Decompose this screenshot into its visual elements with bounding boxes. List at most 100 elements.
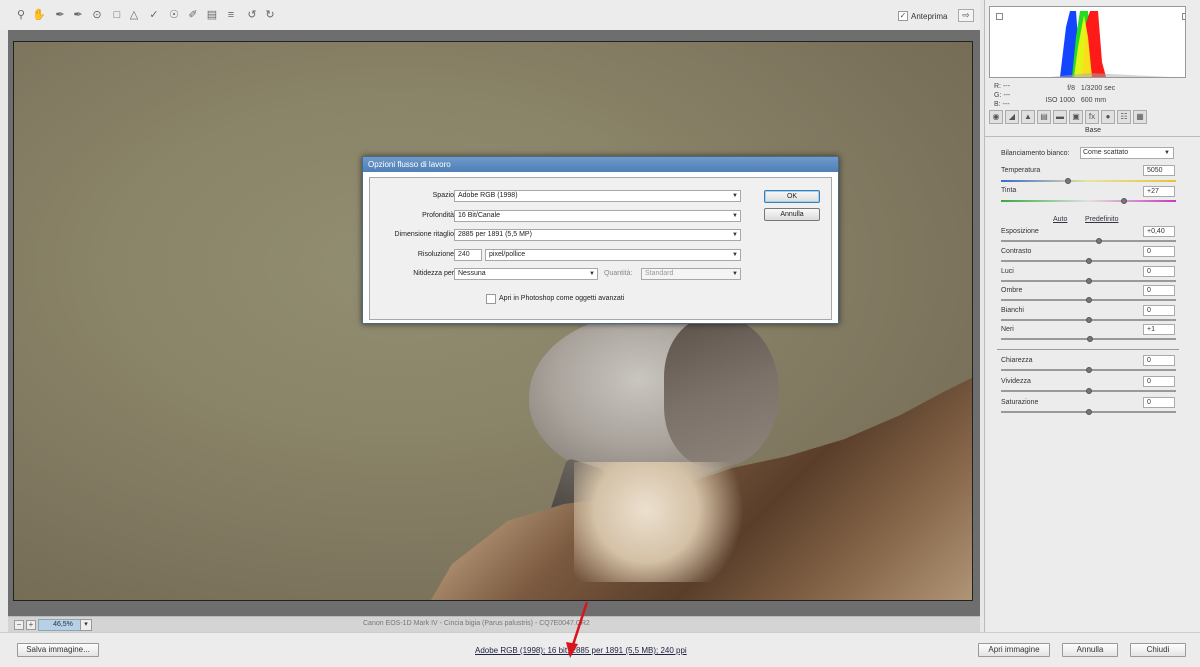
crop-size-select[interactable]: 2885 per 1891 (5,5 MP) ▼ — [454, 229, 741, 241]
clarity-field[interactable]: 0 — [1143, 355, 1175, 366]
sharpen-label: Nitidezza per: — [413, 270, 456, 277]
amount-select-value: Standard — [645, 270, 674, 277]
smart-objects-checkbox[interactable] — [486, 294, 496, 304]
chevron-down-icon: ▼ — [589, 271, 595, 277]
sharpen-select[interactable]: Nessuna ▼ — [454, 268, 598, 280]
histogram — [989, 6, 1186, 78]
crop-size-label: Dimensione ritaglio: — [394, 231, 456, 238]
lens-tab-icon[interactable]: ▣ — [1069, 110, 1083, 124]
blacks-field[interactable]: +1 — [1143, 324, 1175, 335]
whites-slider[interactable] — [1001, 317, 1176, 323]
zoom-in-button[interactable]: + — [26, 620, 36, 630]
temperature-field[interactable]: 5050 — [1143, 165, 1175, 176]
temperature-thumb[interactable] — [1065, 178, 1071, 184]
chevron-down-icon: ▼ — [732, 232, 738, 238]
vibrance-thumb[interactable] — [1086, 388, 1092, 394]
blacks-slider[interactable] — [1001, 336, 1176, 342]
white-balance-icon[interactable]: ✒ — [53, 8, 67, 22]
highlights-thumb[interactable] — [1086, 278, 1092, 284]
tint-thumb[interactable] — [1121, 198, 1127, 204]
bark-highlight-shape — [574, 462, 754, 582]
zoom-dropdown-icon[interactable]: ▾ — [80, 619, 92, 631]
adjustment-brush-icon[interactable]: ✐ — [186, 8, 200, 22]
shadow-clipping-toggle[interactable] — [996, 13, 1003, 20]
shadows-slider[interactable] — [1001, 297, 1176, 303]
exposure-thumb[interactable] — [1096, 238, 1102, 244]
detail-tab-icon[interactable]: ▲ — [1021, 110, 1035, 124]
default-link[interactable]: Predefinito — [1085, 216, 1118, 223]
resolution-unit-select[interactable]: pixel/pollice ▼ — [485, 249, 741, 261]
whites-field[interactable]: 0 — [1143, 305, 1175, 316]
tint-slider[interactable] — [1001, 198, 1176, 204]
contrast-slider[interactable] — [1001, 258, 1176, 264]
list-icon[interactable]: ≡ — [224, 8, 238, 22]
clarity-thumb[interactable] — [1086, 367, 1092, 373]
hand-icon[interactable]: ✋ — [32, 8, 46, 22]
saturation-thumb[interactable] — [1086, 409, 1092, 415]
presets-tab-icon[interactable]: ☷ — [1117, 110, 1131, 124]
cancel-button[interactable]: Annulla — [1062, 643, 1118, 657]
red-eye-icon[interactable]: ☉ — [167, 8, 181, 22]
camera-calibration-tab-icon[interactable]: ● — [1101, 110, 1115, 124]
saturation-slider[interactable] — [1001, 409, 1176, 415]
straighten-icon[interactable]: △ — [127, 8, 141, 22]
exposure-slider[interactable] — [1001, 238, 1176, 244]
auto-link[interactable]: Auto — [1053, 216, 1067, 223]
shadows-label: Ombre — [1001, 287, 1023, 294]
spot-removal-icon[interactable]: ✓ — [147, 8, 161, 22]
resolution-input[interactable]: 240 — [454, 249, 482, 261]
histogram-graph — [1050, 11, 1170, 77]
crop-size-select-value: 2885 per 1891 (5,5 MP) — [458, 231, 532, 238]
rotate-right-icon[interactable]: ↻ — [263, 8, 277, 22]
effects-tab-icon[interactable]: fx — [1085, 110, 1099, 124]
preview-checkbox[interactable]: ✓ — [898, 11, 908, 21]
tone-curve-tab-icon[interactable]: ◢ — [1005, 110, 1019, 124]
rotate-left-icon[interactable]: ↺ — [245, 8, 259, 22]
blacks-thumb[interactable] — [1087, 336, 1093, 342]
vibrance-field[interactable]: 0 — [1143, 376, 1175, 387]
temperature-slider[interactable] — [1001, 178, 1176, 184]
section-title: Base — [985, 127, 1200, 137]
depth-select[interactable]: 16 Bit/Canale ▼ — [454, 210, 741, 222]
graduated-filter-icon[interactable]: ▤ — [205, 8, 219, 22]
vibrance-slider[interactable] — [1001, 388, 1176, 394]
clarity-slider[interactable] — [1001, 367, 1176, 373]
panel-tabs: ◉ ◢ ▲ ▤ ▬ ▣ fx ● ☷ ▦ — [985, 110, 1200, 126]
basic-tab-icon[interactable]: ◉ — [989, 110, 1003, 124]
exif-info: f/8 1/3200 sec ISO 1000 600 mm — [1045, 83, 1115, 107]
contrast-thumb[interactable] — [1086, 258, 1092, 264]
crop-icon[interactable]: □ — [110, 8, 124, 22]
highlights-slider[interactable] — [1001, 278, 1176, 284]
split-toning-tab-icon[interactable]: ▬ — [1053, 110, 1067, 124]
highlights-field[interactable]: 0 — [1143, 266, 1175, 277]
tint-label: Tinta — [1001, 187, 1017, 194]
hsl-tab-icon[interactable]: ▤ — [1037, 110, 1051, 124]
shadows-field[interactable]: 0 — [1143, 285, 1175, 296]
saturation-label: Saturazione — [1001, 399, 1039, 406]
exposure-field[interactable]: +0,40 — [1143, 226, 1175, 237]
contrast-field[interactable]: 0 — [1143, 246, 1175, 257]
whites-thumb[interactable] — [1086, 317, 1092, 323]
preview-toggle[interactable]: ✓ Anteprima — [898, 11, 947, 21]
wb-select[interactable]: Come scattato ▼ — [1080, 147, 1174, 159]
open-image-button[interactable]: Apri immagine — [978, 643, 1050, 657]
iso: ISO 1000 — [1045, 97, 1075, 104]
snapshots-tab-icon[interactable]: ▦ — [1133, 110, 1147, 124]
target-adjust-icon[interactable]: ⊙ — [90, 8, 104, 22]
tint-field[interactable]: +27 — [1143, 186, 1175, 197]
saturation-field[interactable]: 0 — [1143, 397, 1175, 408]
space-select[interactable]: Adobe RGB (1998) ▼ — [454, 190, 741, 202]
annotation-arrow-icon — [566, 601, 589, 658]
dialog-cancel-button[interactable]: Annulla — [764, 208, 820, 221]
highlight-clipping-toggle[interactable] — [1182, 13, 1185, 20]
zoom-icon[interactable]: ⚲ — [14, 8, 28, 22]
amount-select[interactable]: Standard ▼ — [641, 268, 741, 280]
aperture: f/8 — [1067, 85, 1075, 92]
save-image-button[interactable]: Salva immagine... — [17, 643, 99, 657]
shadows-thumb[interactable] — [1086, 297, 1092, 303]
fullscreen-icon[interactable]: ⇨ — [958, 9, 974, 22]
close-button[interactable]: Chiudi — [1130, 643, 1186, 657]
zoom-out-button[interactable]: − — [14, 620, 24, 630]
ok-button[interactable]: OK — [764, 190, 820, 203]
color-sampler-icon[interactable]: ✒ — [71, 8, 85, 22]
